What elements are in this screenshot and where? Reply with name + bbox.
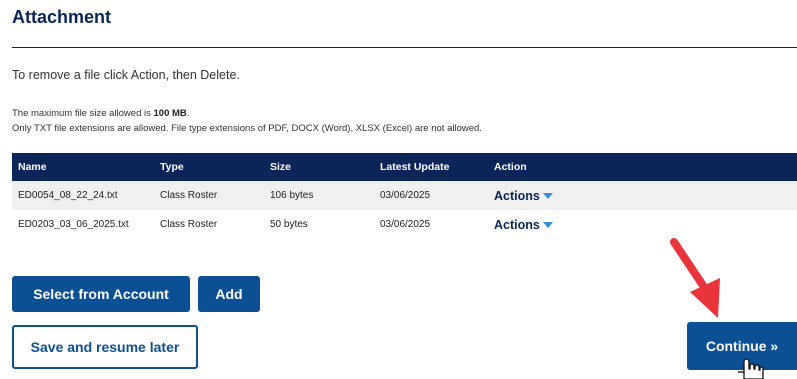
max-size-note-suffix: .	[186, 108, 190, 119]
header-size: Size	[270, 161, 292, 173]
caret-down-icon	[542, 222, 553, 229]
header-latest-update: Latest Update	[380, 161, 450, 173]
remove-instruction: To remove a file click Action, then Dele…	[12, 68, 240, 82]
attachment-page: Attachment To remove a file click Action…	[0, 0, 797, 379]
actions-label: Actions	[494, 188, 540, 203]
file-date-cell: 03/06/2025	[380, 190, 431, 201]
file-action-cell: Actions	[488, 181, 797, 210]
section-title: Attachment	[12, 7, 112, 27]
max-size-note: The maximum file size allowed is 100 MB.	[12, 108, 189, 119]
actions-dropdown[interactable]: Actions	[494, 189, 553, 203]
actions-label: Actions	[494, 217, 540, 232]
file-name-cell: ED0203_03_06_2025.txt	[18, 219, 129, 230]
max-size-note-prefix: The maximum file size allowed is	[12, 108, 154, 119]
table-row: ED0054_08_22_24.txt Class Roster 106 byt…	[12, 181, 797, 210]
header-action: Action	[494, 161, 527, 173]
actions-dropdown[interactable]: Actions	[494, 218, 553, 232]
caret-down-icon	[542, 193, 553, 200]
save-and-resume-button[interactable]: Save and resume later	[12, 325, 198, 369]
max-size-value: 100 MB	[153, 108, 187, 119]
file-date-cell: 03/06/2025	[380, 219, 431, 230]
header-type: Type	[160, 161, 184, 173]
red-arrow-icon	[670, 238, 720, 318]
file-type-cell: Class Roster	[160, 219, 218, 230]
file-name-cell: ED0054_08_22_24.txt	[18, 190, 118, 201]
select-from-account-button[interactable]: Select from Account	[12, 276, 190, 312]
attachments-table: Name Type Size Latest Update Action ED00…	[12, 153, 797, 239]
file-type-cell: Class Roster	[160, 190, 218, 201]
file-action-cell: Actions	[488, 210, 797, 239]
file-type-note: Only TXT file extensions are allowed. Fi…	[12, 123, 482, 134]
file-size-cell: 106 bytes	[270, 190, 314, 201]
header-name: Name	[18, 161, 47, 173]
table-header-row: Name Type Size Latest Update Action	[12, 153, 797, 181]
hand-cursor-icon	[738, 358, 764, 379]
add-button[interactable]: Add	[198, 276, 260, 312]
file-size-cell: 50 bytes	[270, 219, 308, 230]
title-divider	[12, 47, 797, 48]
